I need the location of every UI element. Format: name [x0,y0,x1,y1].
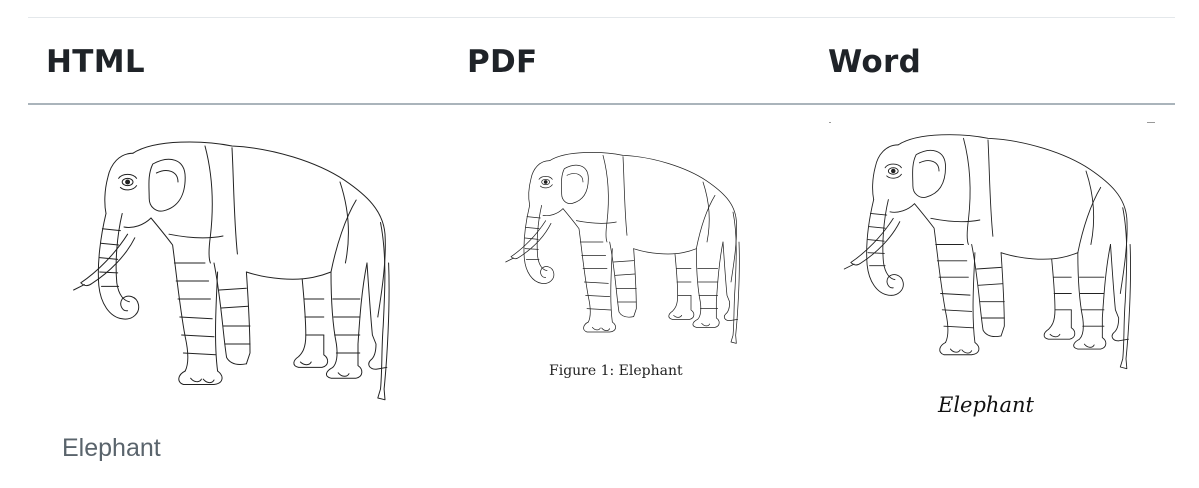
elephant-image [73,141,390,401]
column-heading-pdf: PDF [467,44,538,80]
elephant-figure-pdf [488,142,758,344]
header-divider [28,103,1175,105]
elephant-figure-html [52,128,412,401]
column-heading-html: HTML [46,44,145,80]
elephant-image [505,152,740,344]
word-image-corner-mark [829,122,831,123]
figure-caption-word: Elephant [938,393,1034,417]
figure-caption-html: Elephant [62,434,161,462]
elephant-figure-word [828,122,1148,370]
top-divider [28,17,1175,18]
word-image-corner-mark [1147,122,1155,123]
elephant-image [843,134,1131,370]
figure-caption-pdf: Figure 1: Elephant [549,363,683,379]
column-heading-word: Word [828,44,922,80]
